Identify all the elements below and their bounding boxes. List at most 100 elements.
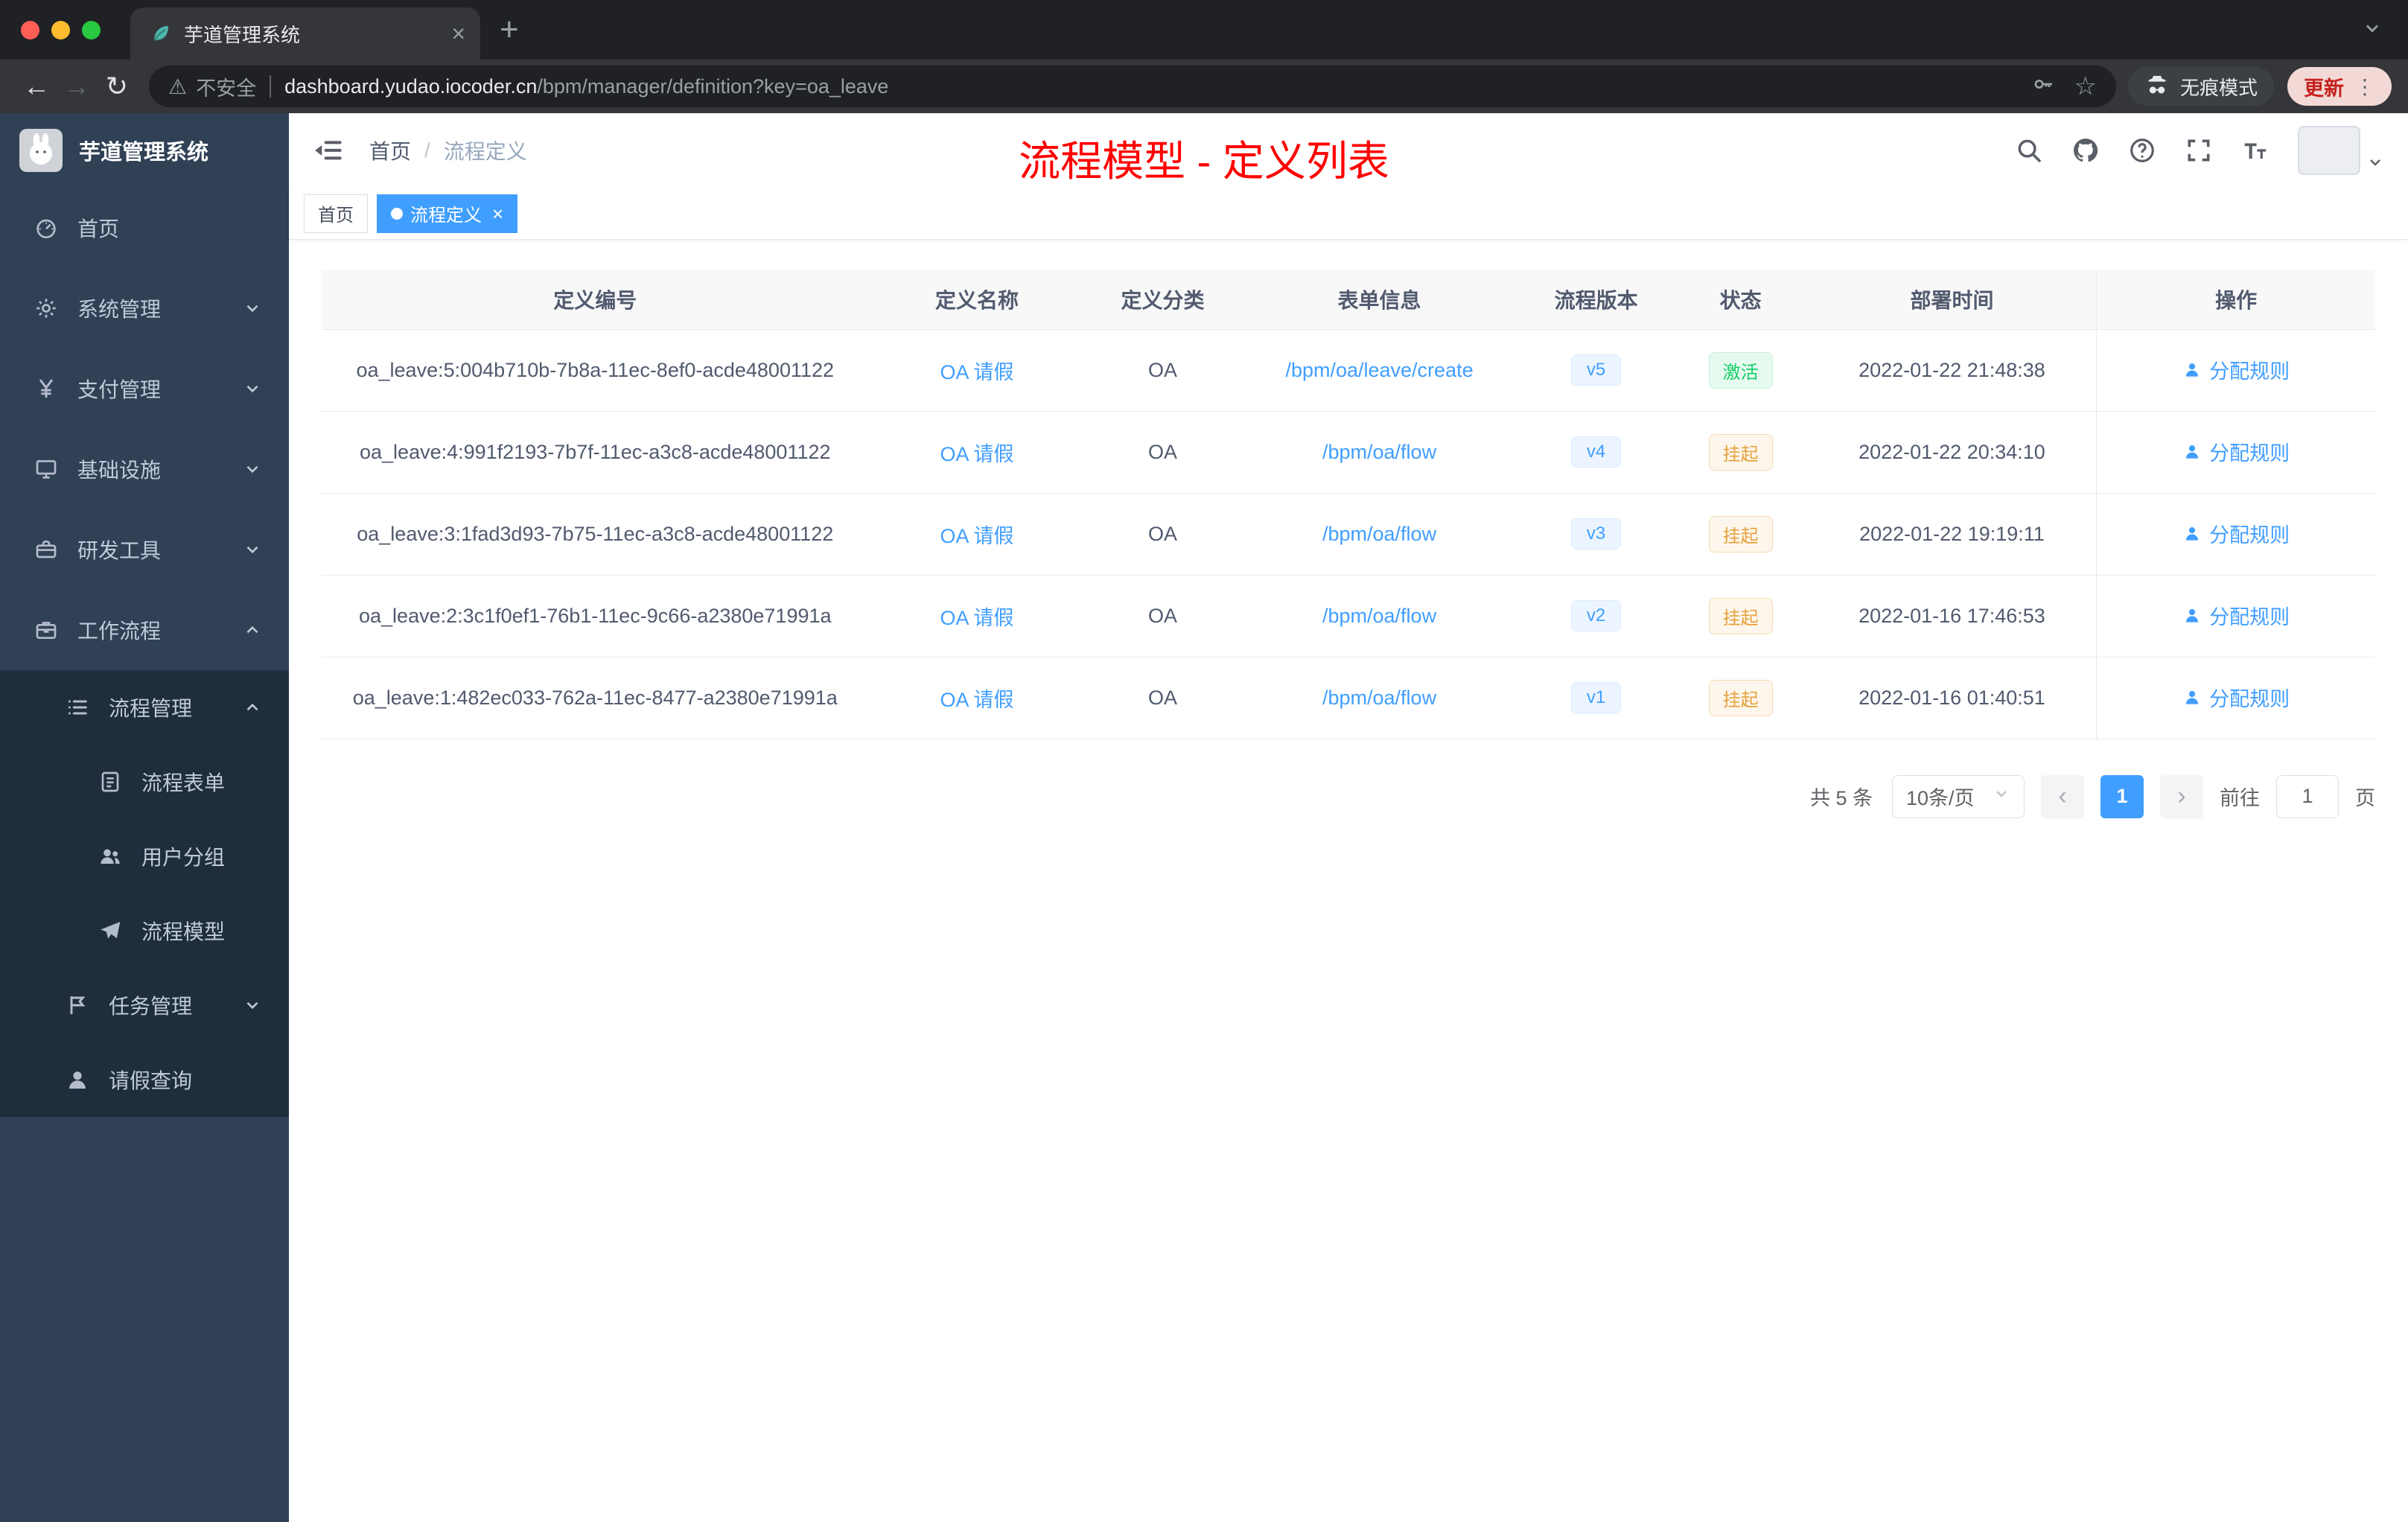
chevron-down-icon [243,379,262,398]
app-window: 流程模型 - 定义列表 芋道管理系统 首页 系统管理 支付管理 基础设施 研发工具 工作流… [0,113,2408,1522]
app-title: 芋道管理系统 [79,141,209,165]
plane-icon [95,919,125,943]
pagination: 共 5 条 10条/页 ‹ 1 › 前往 页 [322,774,2375,818]
assign-user-icon [2182,688,2202,707]
form-info-link[interactable]: /bpm/oa/flow [1322,441,1436,463]
update-button[interactable]: 更新 ⋮ [2287,67,2392,106]
back-icon[interactable]: ← [16,66,57,106]
bookmark-star-icon[interactable]: ☆ [2074,71,2097,101]
browser-tab[interactable]: 芋道管理系统 × [130,7,480,60]
sidebar-item-devtools[interactable]: 研发工具 [0,509,289,590]
table-header-row: 定义编号 定义名称 定义分类 表单信息 流程版本 状态 部署时间 操作 [322,270,2375,330]
url-host: dashboard.yudao.iocoder.cn [284,74,538,98]
forward-icon[interactable]: → [57,66,97,106]
assign-rule-button[interactable]: 分配规则 [2182,683,2290,712]
new-tab-button[interactable]: + [500,13,519,46]
security-label[interactable]: 不安全 [196,72,256,101]
insecure-warning-icon[interactable]: ⚠ [168,74,187,99]
sidebar-item-system[interactable]: 系统管理 [0,268,289,348]
sidebar-item-home[interactable]: 首页 [0,188,289,268]
sidebar-logo[interactable]: 芋道管理系统 [0,113,289,188]
sidebar-item-workflow[interactable]: 工作流程 [0,590,289,670]
user-avatar-menu[interactable] [2298,126,2384,175]
form-info-link[interactable]: /bpm/oa/flow [1322,605,1436,627]
tab-favicon-leaf-icon [150,22,172,45]
chevron-down-icon [1993,785,2010,808]
window-zoom-button[interactable] [82,20,101,39]
assign-rule-label: 分配规则 [2209,360,2290,383]
cell-deploy-time: 2022-01-22 21:48:38 [1807,329,2097,412]
tag-item[interactable]: 首页 [304,194,368,233]
cell-definition-name: OA 请假 [868,657,1086,739]
window-minimize-button[interactable] [51,20,70,39]
assign-user-icon [2182,360,2202,380]
chevron-down-icon [243,299,262,318]
sidebar-item-process-form[interactable]: 流程表单 [0,745,289,819]
reload-icon[interactable]: ↻ [97,66,137,106]
logo-avatar [19,129,63,172]
definition-name-link[interactable]: OA 请假 [940,525,1014,547]
tab-search-icon[interactable] [2362,18,2383,42]
search-icon[interactable] [2015,136,2043,165]
chevron-down-icon [2366,153,2384,175]
cell-definition-name: OA 请假 [868,411,1086,494]
incognito-label: 无痕模式 [2179,76,2258,99]
omnibox-divider [270,75,272,98]
cell-definition-id: oa_leave:1:482ec033-762a-11ec-8477-a2380… [322,657,869,739]
sidebar-item-leave-query[interactable]: 请假查询 [0,1042,289,1117]
cell-category: OA [1085,575,1240,657]
password-key-icon[interactable] [2031,72,2055,101]
assign-rule-button[interactable]: 分配规则 [2182,437,2290,466]
cell-status: 挂起 [1673,411,1808,494]
update-label: 更新 [2304,77,2344,100]
chevron-down-icon [243,996,262,1015]
user-icon [63,1068,92,1092]
version-tag: v5 [1570,354,1622,386]
tag-active[interactable]: 流程定义 × [377,194,518,233]
tab-close-icon[interactable]: × [451,22,465,45]
definition-name-link[interactable]: OA 请假 [940,443,1014,465]
definition-name-link[interactable]: OA 请假 [940,689,1014,711]
github-icon[interactable] [2071,136,2100,165]
definition-name-link[interactable]: OA 请假 [940,361,1014,383]
assign-rule-button[interactable]: 分配规则 [2182,519,2290,548]
goto-page-input[interactable] [2276,774,2339,818]
help-icon[interactable] [2128,136,2156,165]
tags-view-bar: 首页 流程定义 × [289,188,2408,240]
assign-rule-label: 分配规则 [2209,688,2290,711]
form-info-link[interactable]: /bpm/oa/flow [1322,523,1436,545]
definition-name-link[interactable]: OA 请假 [940,607,1014,629]
breadcrumb-home[interactable]: 首页 [369,136,411,165]
sidebar-item-infrastructure[interactable]: 基础设施 [0,429,289,509]
assign-rule-button[interactable]: 分配规则 [2182,601,2290,630]
pagination-total: 共 5 条 [1809,787,1873,809]
table-row: oa_leave:3:1fad3d93-7b75-11ec-a3c8-acde4… [322,493,2375,576]
assign-rule-button[interactable]: 分配规则 [2182,355,2290,384]
fullscreen-icon[interactable] [2185,136,2213,165]
window-close-button[interactable] [21,20,39,39]
form-info-link[interactable]: /bpm/oa/flow [1322,687,1436,709]
sidebar-item-label: 流程表单 [141,771,226,795]
table-row: oa_leave:4:991f2193-7b7f-11ec-a3c8-acde4… [322,411,2375,494]
prev-page-button[interactable]: ‹ [2041,774,2084,818]
address-bar[interactable]: ⚠ 不安全 dashboard.yudao.iocoder.cn /bpm/ma… [149,66,2116,107]
sidebar-item-process-model[interactable]: 流程模型 [0,894,289,968]
column-header: 定义名称 [868,270,1086,330]
avatar[interactable] [2298,126,2360,175]
sidebar-item-process-management[interactable]: 流程管理 [0,670,289,745]
form-info-link[interactable]: /bpm/oa/leave/create [1285,359,1473,381]
browser-menu-icon[interactable]: ⋮ [2354,74,2375,99]
font-size-icon[interactable] [2241,136,2270,165]
next-page-button[interactable]: › [2160,774,2203,818]
cell-form-info: /bpm/oa/flow [1240,575,1519,657]
incognito-badge: 无痕模式 [2127,67,2274,106]
page-size-select[interactable]: 10条/页 [1892,774,2025,818]
hamburger-icon[interactable] [313,135,344,166]
sidebar-item-user-group[interactable]: 用户分组 [0,819,289,894]
cell-definition-id: oa_leave:4:991f2193-7b7f-11ec-a3c8-acde4… [322,411,869,494]
tag-close-icon[interactable]: × [492,204,503,223]
sidebar-item-task-management[interactable]: 任务管理 [0,968,289,1042]
column-header: 定义编号 [322,270,869,330]
sidebar-item-payment[interactable]: 支付管理 [0,348,289,429]
page-number-1[interactable]: 1 [2100,774,2144,818]
